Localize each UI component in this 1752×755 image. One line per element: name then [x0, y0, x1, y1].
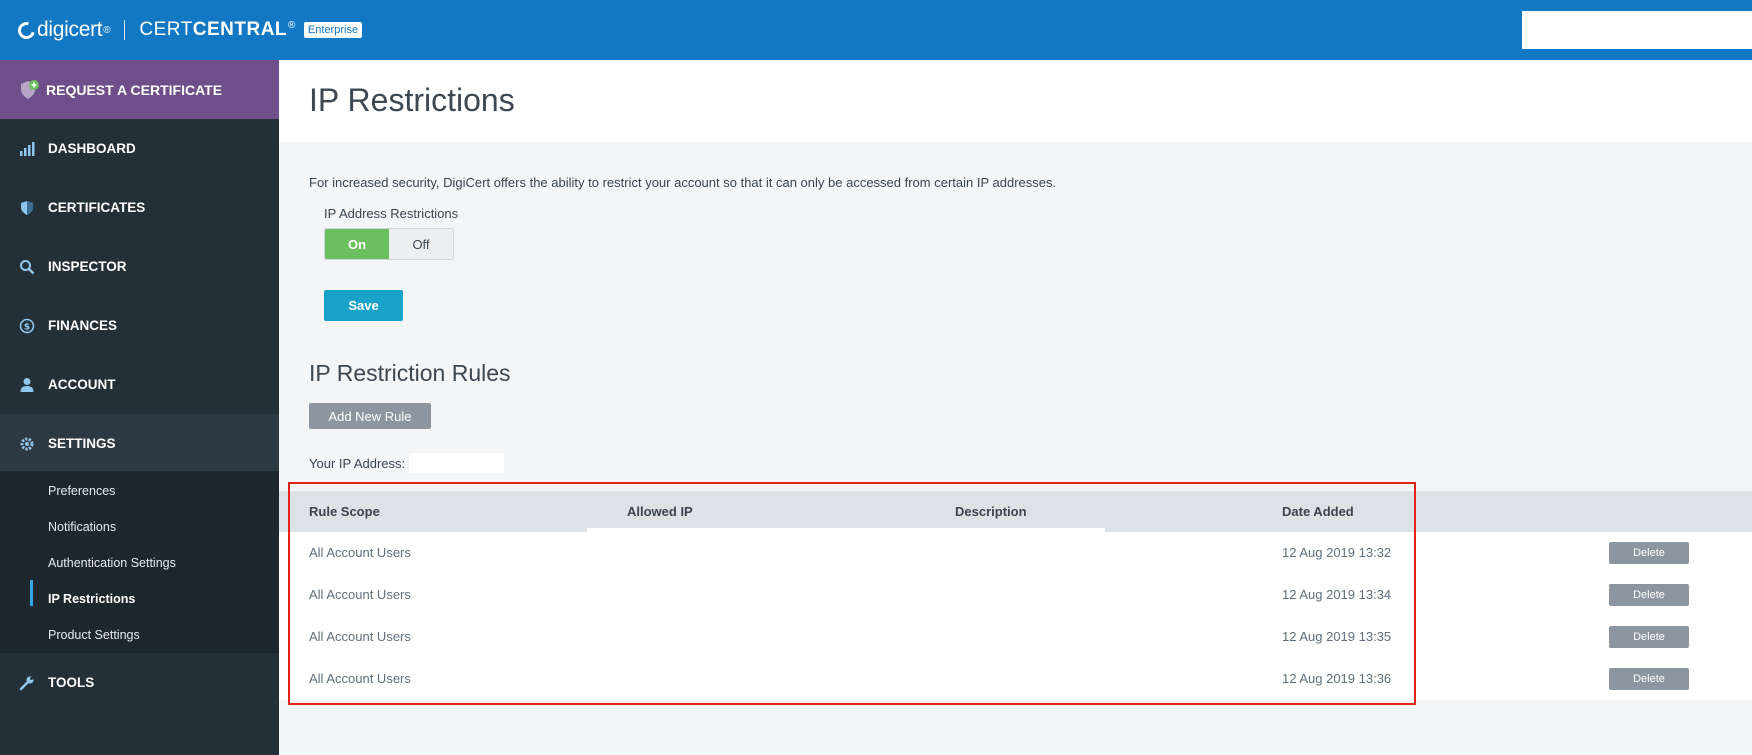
nav-certificates[interactable]: CERTIFICATES [0, 178, 279, 237]
nav-finances[interactable]: $ FINANCES [0, 296, 279, 355]
table-row: All Account Users 12 Aug 2019 13:36 Dele… [279, 658, 1752, 700]
dollar-icon: $ [18, 317, 36, 335]
your-ip-value [409, 453, 505, 473]
ip-restrictions-toggle: On Off [324, 228, 454, 260]
nav-account[interactable]: ACCOUNT [0, 355, 279, 414]
nav-inspector[interactable]: INSPECTOR [0, 237, 279, 296]
add-new-rule-button[interactable]: Add New Rule [309, 403, 431, 429]
delete-button[interactable]: Delete [1609, 542, 1689, 564]
intro-text: For increased security, DigiCert offers … [309, 175, 1057, 190]
digicert-logo[interactable]: digicert ® CERTCENTRAL® Enterprise [14, 16, 363, 44]
row-rule-scope: All Account Users [309, 545, 411, 560]
table-row: All Account Users 12 Aug 2019 13:34 Dele… [279, 574, 1752, 616]
submenu-ip-restrictions[interactable]: IP Restrictions [48, 592, 135, 606]
rules-table-header: Rule Scope Allowed IP Description Date A… [279, 491, 1752, 532]
col-allowed-ip: Allowed IP [627, 504, 693, 519]
gear-icon [18, 435, 36, 453]
delete-button[interactable]: Delete [1609, 626, 1689, 648]
submenu-authentication-settings[interactable]: Authentication Settings [48, 556, 176, 570]
rules-table-body: All Account Users 12 Aug 2019 13:32 Dele… [279, 532, 1752, 700]
enterprise-badge: Enterprise [303, 22, 363, 38]
certcentral-wordmark: CERTCENTRAL® [139, 19, 296, 40]
page-title: IP Restrictions [309, 82, 515, 118]
shield-plus-icon [21, 79, 39, 99]
search-icon [18, 258, 36, 276]
logo-divider [124, 20, 126, 40]
bar-chart-icon [18, 140, 36, 158]
svg-text:$: $ [24, 322, 30, 332]
top-search-box[interactable] [1522, 11, 1752, 49]
request-certificate-button[interactable]: REQUEST A CERTIFICATE [0, 60, 279, 119]
delete-button[interactable]: Delete [1609, 584, 1689, 606]
row-rule-scope: All Account Users [309, 671, 411, 686]
save-button[interactable]: Save [324, 290, 403, 321]
submenu-notifications[interactable]: Notifications [48, 520, 116, 534]
top-bar: digicert ® CERTCENTRAL® Enterprise [0, 0, 1752, 60]
row-date-added: 12 Aug 2019 13:36 [1282, 671, 1392, 686]
col-description: Description [955, 504, 1027, 519]
row-date-added: 12 Aug 2019 13:35 [1282, 629, 1392, 644]
sidebar: REQUEST A CERTIFICATE DASHBOARD CERTIFIC… [0, 60, 279, 755]
submenu-product-settings[interactable]: Product Settings [48, 628, 140, 642]
your-ip-address: Your IP Address: [309, 453, 505, 473]
digicert-wordmark: digicert ® [14, 18, 111, 42]
toggle-off-button[interactable]: Off [389, 229, 453, 259]
col-date-added: Date Added [1282, 504, 1354, 519]
active-indicator [30, 580, 33, 606]
submenu-preferences[interactable]: Preferences [48, 484, 115, 498]
row-date-added: 12 Aug 2019 13:34 [1282, 587, 1392, 602]
shield-icon [18, 199, 36, 217]
wrench-icon [18, 674, 36, 692]
rules-section-title: IP Restriction Rules [309, 360, 511, 386]
row-date-added: 12 Aug 2019 13:32 [1282, 545, 1392, 560]
table-row: All Account Users 12 Aug 2019 13:32 Dele… [279, 532, 1752, 574]
nav-settings[interactable]: SETTINGS [0, 414, 279, 473]
nav-dashboard[interactable]: DASHBOARD [0, 119, 279, 178]
toggle-on-button[interactable]: On [325, 229, 389, 259]
col-rule-scope: Rule Scope [309, 504, 380, 519]
digicert-ring-icon [14, 18, 39, 42]
your-ip-label: Your IP Address: [309, 455, 406, 471]
user-icon [18, 376, 36, 394]
row-rule-scope: All Account Users [309, 587, 411, 602]
page-header: IP Restrictions [279, 60, 1752, 142]
nav-tools[interactable]: TOOLS [0, 653, 279, 712]
delete-button[interactable]: Delete [1609, 668, 1689, 690]
main-content: IP Restrictions For increased security, … [279, 60, 1752, 755]
ip-restrictions-label: IP Address Restrictions [324, 206, 459, 221]
row-rule-scope: All Account Users [309, 629, 411, 644]
table-row: All Account Users 12 Aug 2019 13:35 Dele… [279, 616, 1752, 658]
